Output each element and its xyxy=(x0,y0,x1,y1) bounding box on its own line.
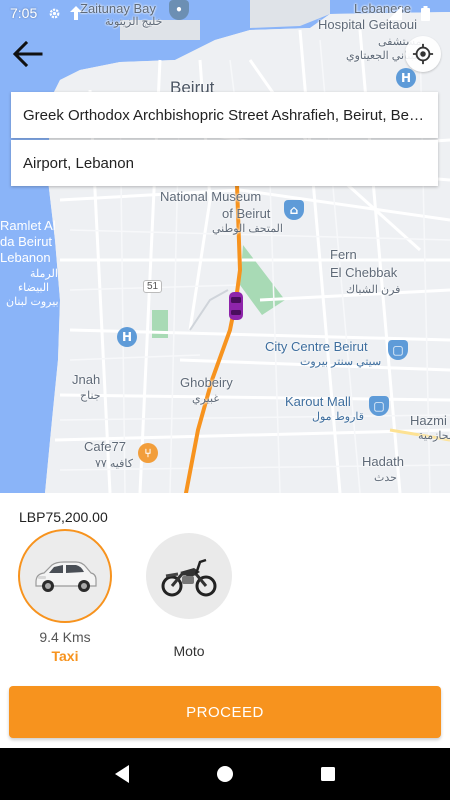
dropoff-location-field[interactable]: Airport, Lebanon xyxy=(11,140,438,186)
vehicle-option-taxi[interactable]: 9.4 Kms Taxi xyxy=(17,529,113,664)
triangle-back-icon xyxy=(114,765,129,783)
status-time: 7:05 xyxy=(10,5,38,21)
map-label-ghobeiry: Ghobeiry xyxy=(180,375,233,390)
map-canvas xyxy=(0,0,450,493)
arrow-left-icon xyxy=(13,41,43,67)
car-marker-icon xyxy=(228,291,244,321)
map-label-ramlet-ar1: الرملة xyxy=(30,268,58,280)
vehicle-option-moto[interactable]: Moto xyxy=(145,533,233,659)
map-label-cafe77: Cafe77 xyxy=(84,439,126,454)
pickup-location-text: Greek Orthodox Archbishopric Street Ashr… xyxy=(23,106,426,124)
map-label-national-museum: National Museum xyxy=(160,189,262,204)
map-label-ramlet-ar2: البيضاء xyxy=(18,282,50,294)
navigation-icon xyxy=(69,6,83,20)
map-label-hadath-ar: حدث xyxy=(374,472,397,484)
hospital-icon[interactable]: H xyxy=(117,327,137,347)
moto-image xyxy=(146,533,232,619)
restaurant-icon[interactable]: ⑂ xyxy=(138,443,158,463)
map-label-hazmieh-ar: الحازمية xyxy=(418,430,450,442)
map-label-ramlet-ar3: بيروت لبنان xyxy=(6,296,59,308)
ride-options-panel: LBP75,200.00 9.4 Kms Taxi Moto PROCEED xyxy=(0,493,450,748)
map-label-hazmieh: Hazmi xyxy=(410,413,447,428)
museum-icon[interactable]: ⌂ xyxy=(284,200,304,220)
map-label-jnah-ar: جناح xyxy=(80,390,101,402)
map-label-city-centre-ar: سيتي سنتر بيروت xyxy=(300,356,382,368)
map-label-ramlet: Ramlet Al xyxy=(0,218,56,233)
settings-icon xyxy=(47,6,61,20)
fare-estimate: LBP75,200.00 xyxy=(19,509,108,525)
map-label-fern: Fern xyxy=(330,247,357,262)
map-label-jnah: Jnah xyxy=(72,372,101,387)
map-label-hadath: Hadath xyxy=(362,454,404,469)
map-label-karout-ar: قاروط مول xyxy=(312,411,365,423)
car-icon xyxy=(35,561,97,592)
screen: Zaitunay Bay خليج الزيتونة Lebanese Hosp… xyxy=(0,0,450,800)
status-bar: 7:05 xyxy=(0,0,450,26)
moto-label: Moto xyxy=(173,643,205,659)
taxi-distance: 9.4 Kms xyxy=(39,629,91,645)
system-navigation-bar xyxy=(0,748,450,800)
taxi-image xyxy=(18,529,112,623)
nav-recents-button[interactable] xyxy=(308,754,348,794)
map-label-of-beirut: of Beirut xyxy=(222,206,271,221)
map-label-ghobeiry-ar: غبيري xyxy=(192,393,220,405)
map-label-cafe77-ar: كافيه ٧٧ xyxy=(95,458,133,470)
circle-home-icon xyxy=(216,766,233,782)
map-label-city-centre: City Centre Beirut xyxy=(265,339,368,354)
shopping-bag-icon[interactable]: ▢ xyxy=(369,396,389,416)
back-button[interactable] xyxy=(10,38,46,70)
nav-back-button[interactable] xyxy=(102,754,142,794)
crosshair-icon xyxy=(412,43,434,65)
map-label-national-museum-ar: المتحف الوطني xyxy=(212,223,283,235)
map-label-lebanon: Lebanon xyxy=(0,250,51,265)
shopping-bag-icon[interactable]: ▢ xyxy=(388,340,408,360)
hospital-icon[interactable]: H xyxy=(396,68,416,88)
map-label-el-chebbak-ar: فرن الشباك xyxy=(346,284,401,296)
route-shield-51: 51 xyxy=(143,280,163,293)
battery-icon xyxy=(418,5,432,21)
my-location-button[interactable] xyxy=(405,36,441,72)
map-label-el-chebbak: El Chebbak xyxy=(330,265,398,280)
pickup-location-field[interactable]: Greek Orthodox Archbishopric Street Ashr… xyxy=(11,92,438,138)
taxi-label: Taxi xyxy=(51,648,79,664)
map-label-karout: Karout Mall xyxy=(285,394,351,409)
signal-icon xyxy=(388,6,402,20)
motorcycle-icon xyxy=(161,558,217,597)
map-label-da-beirut: da Beirut xyxy=(0,234,53,249)
dropoff-location-text: Airport, Lebanon xyxy=(23,154,134,172)
square-recents-icon xyxy=(321,767,336,781)
map-view[interactable]: Zaitunay Bay خليج الزيتونة Lebanese Hosp… xyxy=(0,0,450,493)
proceed-button[interactable]: PROCEED xyxy=(9,686,441,738)
nav-home-button[interactable] xyxy=(205,754,245,794)
